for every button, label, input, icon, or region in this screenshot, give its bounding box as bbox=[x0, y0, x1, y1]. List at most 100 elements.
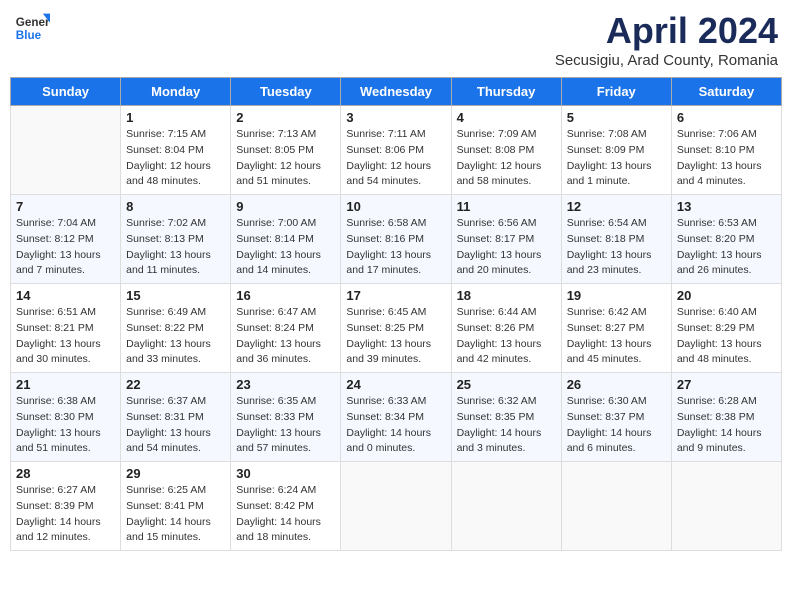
week-row-3: 14 Sunrise: 6:51 AM Sunset: 8:21 PM Dayli… bbox=[11, 284, 782, 373]
day-info: Sunrise: 7:06 AM Sunset: 8:10 PM Dayligh… bbox=[677, 127, 776, 190]
day-number: 30 bbox=[236, 466, 335, 481]
calendar-cell: 30 Sunrise: 6:24 AM Sunset: 8:42 PM Dayli… bbox=[231, 462, 341, 551]
day-info: Sunrise: 6:47 AM Sunset: 8:24 PM Dayligh… bbox=[236, 305, 335, 368]
day-info: Sunrise: 6:38 AM Sunset: 8:30 PM Dayligh… bbox=[16, 394, 115, 457]
calendar-cell: 28 Sunrise: 6:27 AM Sunset: 8:39 PM Dayli… bbox=[11, 462, 121, 551]
calendar-cell: 16 Sunrise: 6:47 AM Sunset: 8:24 PM Dayli… bbox=[231, 284, 341, 373]
calendar-cell: 8Sunrise: 7:02 AM Sunset: 8:13 PM Daylig… bbox=[121, 195, 231, 284]
day-number: 21 bbox=[16, 377, 115, 392]
day-info: Sunrise: 6:53 AM Sunset: 8:20 PM Dayligh… bbox=[677, 216, 776, 279]
day-info: Sunrise: 6:33 AM Sunset: 8:34 PM Dayligh… bbox=[346, 394, 445, 457]
calendar-cell: 29 Sunrise: 6:25 AM Sunset: 8:41 PM Dayli… bbox=[121, 462, 231, 551]
day-info: Sunrise: 6:25 AM Sunset: 8:41 PM Dayligh… bbox=[126, 483, 225, 546]
day-number: 16 bbox=[236, 288, 335, 303]
calendar-cell: 24 Sunrise: 6:33 AM Sunset: 8:34 PM Dayli… bbox=[341, 373, 451, 462]
day-info: Sunrise: 6:32 AM Sunset: 8:35 PM Dayligh… bbox=[457, 394, 556, 457]
calendar-cell: 17Sunrise: 6:45 AM Sunset: 8:25 PM Dayli… bbox=[341, 284, 451, 373]
calendar-cell: 15Sunrise: 6:49 AM Sunset: 8:22 PM Dayli… bbox=[121, 284, 231, 373]
day-number: 24 bbox=[346, 377, 445, 392]
day-number: 26 bbox=[567, 377, 666, 392]
logo: General Blue bbox=[14, 10, 50, 46]
day-header-thursday: Thursday bbox=[451, 78, 561, 106]
day-number: 18 bbox=[457, 288, 556, 303]
day-header-wednesday: Wednesday bbox=[341, 78, 451, 106]
calendar-cell: 26Sunrise: 6:30 AM Sunset: 8:37 PM Dayli… bbox=[561, 373, 671, 462]
calendar-cell bbox=[11, 106, 121, 195]
day-number: 5 bbox=[567, 110, 666, 125]
day-number: 10 bbox=[346, 199, 445, 214]
day-number: 19 bbox=[567, 288, 666, 303]
day-number: 22 bbox=[126, 377, 225, 392]
day-number: 13 bbox=[677, 199, 776, 214]
days-header-row: SundayMondayTuesdayWednesdayThursdayFrid… bbox=[11, 78, 782, 106]
day-number: 6 bbox=[677, 110, 776, 125]
calendar-cell: 5Sunrise: 7:08 AM Sunset: 8:09 PM Daylig… bbox=[561, 106, 671, 195]
day-header-tuesday: Tuesday bbox=[231, 78, 341, 106]
day-info: Sunrise: 6:45 AM Sunset: 8:25 PM Dayligh… bbox=[346, 305, 445, 368]
day-info: Sunrise: 7:09 AM Sunset: 8:08 PM Dayligh… bbox=[457, 127, 556, 190]
calendar-cell bbox=[451, 462, 561, 551]
calendar-cell: 7Sunrise: 7:04 AM Sunset: 8:12 PM Daylig… bbox=[11, 195, 121, 284]
day-info: Sunrise: 6:35 AM Sunset: 8:33 PM Dayligh… bbox=[236, 394, 335, 457]
day-number: 20 bbox=[677, 288, 776, 303]
logo-icon: General Blue bbox=[14, 10, 50, 46]
week-row-1: 1 Sunrise: 7:15 AM Sunset: 8:04 PM Daylig… bbox=[11, 106, 782, 195]
calendar-cell: 27 Sunrise: 6:28 AM Sunset: 8:38 PM Dayli… bbox=[671, 373, 781, 462]
day-info: Sunrise: 7:00 AM Sunset: 8:14 PM Dayligh… bbox=[236, 216, 335, 279]
week-row-4: 21 Sunrise: 6:38 AM Sunset: 8:30 PM Dayli… bbox=[11, 373, 782, 462]
day-info: Sunrise: 6:51 AM Sunset: 8:21 PM Dayligh… bbox=[16, 305, 115, 368]
calendar-cell: 20 Sunrise: 6:40 AM Sunset: 8:29 PM Dayli… bbox=[671, 284, 781, 373]
svg-text:Blue: Blue bbox=[16, 29, 42, 42]
day-number: 11 bbox=[457, 199, 556, 214]
day-number: 9 bbox=[236, 199, 335, 214]
title-area: April 2024 Secusigiu, Arad County, Roman… bbox=[555, 10, 778, 69]
calendar-cell: 2 Sunrise: 7:13 AM Sunset: 8:05 PM Daylig… bbox=[231, 106, 341, 195]
week-row-2: 7Sunrise: 7:04 AM Sunset: 8:12 PM Daylig… bbox=[11, 195, 782, 284]
day-number: 27 bbox=[677, 377, 776, 392]
week-row-5: 28 Sunrise: 6:27 AM Sunset: 8:39 PM Dayli… bbox=[11, 462, 782, 551]
calendar-cell: 21 Sunrise: 6:38 AM Sunset: 8:30 PM Dayli… bbox=[11, 373, 121, 462]
day-number: 2 bbox=[236, 110, 335, 125]
day-number: 8 bbox=[126, 199, 225, 214]
day-info: Sunrise: 6:54 AM Sunset: 8:18 PM Dayligh… bbox=[567, 216, 666, 279]
day-info: Sunrise: 6:28 AM Sunset: 8:38 PM Dayligh… bbox=[677, 394, 776, 457]
day-number: 28 bbox=[16, 466, 115, 481]
day-info: Sunrise: 6:58 AM Sunset: 8:16 PM Dayligh… bbox=[346, 216, 445, 279]
day-header-sunday: Sunday bbox=[11, 78, 121, 106]
day-number: 12 bbox=[567, 199, 666, 214]
calendar-cell bbox=[561, 462, 671, 551]
day-number: 23 bbox=[236, 377, 335, 392]
day-number: 14 bbox=[16, 288, 115, 303]
main-title: April 2024 bbox=[555, 10, 778, 52]
header: General Blue April 2024 Secusigiu, Arad … bbox=[10, 10, 782, 69]
day-number: 7 bbox=[16, 199, 115, 214]
calendar-cell: 9 Sunrise: 7:00 AM Sunset: 8:14 PM Daylig… bbox=[231, 195, 341, 284]
day-info: Sunrise: 6:40 AM Sunset: 8:29 PM Dayligh… bbox=[677, 305, 776, 368]
calendar-cell: 1 Sunrise: 7:15 AM Sunset: 8:04 PM Daylig… bbox=[121, 106, 231, 195]
calendar-table: SundayMondayTuesdayWednesdayThursdayFrid… bbox=[10, 77, 782, 551]
calendar-cell: 12 Sunrise: 6:54 AM Sunset: 8:18 PM Dayli… bbox=[561, 195, 671, 284]
day-info: Sunrise: 6:37 AM Sunset: 8:31 PM Dayligh… bbox=[126, 394, 225, 457]
calendar-cell: 4 Sunrise: 7:09 AM Sunset: 8:08 PM Daylig… bbox=[451, 106, 561, 195]
calendar-cell: 3 Sunrise: 7:11 AM Sunset: 8:06 PM Daylig… bbox=[341, 106, 451, 195]
calendar-cell bbox=[341, 462, 451, 551]
day-number: 4 bbox=[457, 110, 556, 125]
day-number: 3 bbox=[346, 110, 445, 125]
day-info: Sunrise: 6:24 AM Sunset: 8:42 PM Dayligh… bbox=[236, 483, 335, 546]
day-number: 1 bbox=[126, 110, 225, 125]
calendar-cell: 13 Sunrise: 6:53 AM Sunset: 8:20 PM Dayli… bbox=[671, 195, 781, 284]
calendar-cell: 23 Sunrise: 6:35 AM Sunset: 8:33 PM Dayli… bbox=[231, 373, 341, 462]
calendar-cell: 22 Sunrise: 6:37 AM Sunset: 8:31 PM Dayli… bbox=[121, 373, 231, 462]
day-number: 29 bbox=[126, 466, 225, 481]
day-info: Sunrise: 6:44 AM Sunset: 8:26 PM Dayligh… bbox=[457, 305, 556, 368]
calendar-cell: 14 Sunrise: 6:51 AM Sunset: 8:21 PM Dayli… bbox=[11, 284, 121, 373]
day-info: Sunrise: 7:15 AM Sunset: 8:04 PM Dayligh… bbox=[126, 127, 225, 190]
subtitle: Secusigiu, Arad County, Romania bbox=[555, 52, 778, 69]
day-info: Sunrise: 7:11 AM Sunset: 8:06 PM Dayligh… bbox=[346, 127, 445, 190]
day-info: Sunrise: 6:27 AM Sunset: 8:39 PM Dayligh… bbox=[16, 483, 115, 546]
calendar-cell bbox=[671, 462, 781, 551]
day-info: Sunrise: 7:13 AM Sunset: 8:05 PM Dayligh… bbox=[236, 127, 335, 190]
day-header-saturday: Saturday bbox=[671, 78, 781, 106]
calendar-cell: 6 Sunrise: 7:06 AM Sunset: 8:10 PM Daylig… bbox=[671, 106, 781, 195]
day-number: 15 bbox=[126, 288, 225, 303]
